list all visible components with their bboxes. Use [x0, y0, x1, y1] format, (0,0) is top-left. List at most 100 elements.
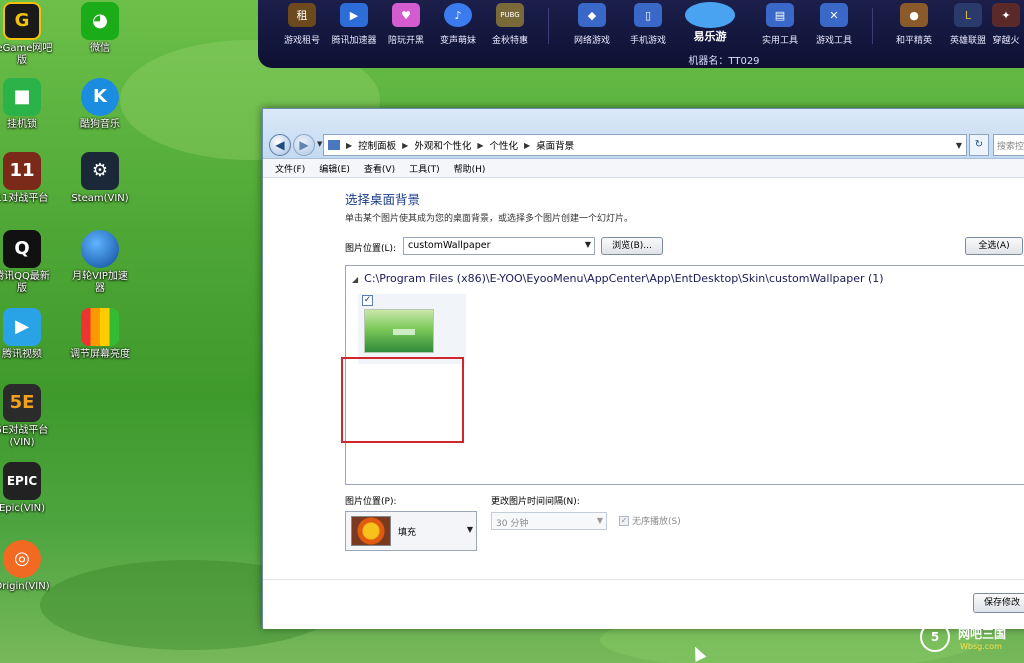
accelerator-icon: ▶: [340, 3, 368, 27]
forward-button[interactable]: ▶: [293, 134, 315, 156]
chevron-down-icon[interactable]: ▼: [952, 141, 966, 150]
launcher-item-label: 穿越火: [992, 36, 1020, 46]
menu-edit[interactable]: 编辑(E): [319, 162, 350, 175]
refresh-icon: ↻: [974, 139, 984, 150]
chevron-right-icon: ▶: [346, 140, 353, 150]
chevron-down-icon: ▼: [466, 525, 473, 534]
highlight-frame: [341, 357, 464, 443]
launcher-item-lol[interactable]: L 英雄联盟: [942, 0, 994, 46]
desktop-icon-label: 11对战平台: [0, 193, 49, 204]
picture-position-value: 填充: [398, 528, 417, 538]
voice-icon: ♪: [444, 3, 472, 27]
desktop-icon-label: Epic(VIN): [0, 503, 45, 514]
main-content: 选择桌面背景 单击某个图片使其成为您的桌面背景，或选择多个图片创建一个幻灯片。 …: [263, 179, 1024, 629]
desktop-icon-11[interactable]: 11 11对战平台: [0, 152, 54, 205]
desktop-icon-yuelun[interactable]: 月轮VIP加速器: [68, 230, 132, 295]
desktop-icon-tencent-video[interactable]: ▶ 腾讯视频: [0, 308, 54, 361]
breadcrumb-desktop-background[interactable]: 桌面背景: [536, 138, 574, 152]
yileyou-logo[interactable]: 易乐游: [680, 0, 740, 44]
desktop-icon-wechat[interactable]: ◕ 微信: [68, 2, 132, 55]
address-bar[interactable]: ▶ 控制面板 ▶ 外观和个性化 ▶ 个性化 ▶ 桌面背景 ▼: [323, 134, 967, 156]
menu-view[interactable]: 查看(V): [364, 162, 395, 175]
lol-icon: L: [954, 3, 982, 27]
fish-logo-icon: [685, 2, 735, 28]
lock-icon: ■: [3, 78, 41, 116]
desktop-icon-kugou[interactable]: K 酷狗音乐: [68, 78, 132, 131]
desktop-icon-label: 微信: [90, 43, 110, 54]
breadcrumb-appearance[interactable]: 外观和个性化: [414, 138, 471, 152]
launcher-item-mobile-games[interactable]: ▯ 手机游戏: [622, 0, 674, 46]
desktop-icon-origin[interactable]: ◎ Origin(VIN): [0, 540, 54, 593]
launcher-item-companion[interactable]: ♥ 陪玩开黑: [380, 0, 432, 46]
launcher-item-pubg[interactable]: PUBG 金秋特惠: [484, 0, 536, 46]
menu-bar: 文件(F) 编辑(E) 查看(V) 工具(T) 帮助(H): [263, 159, 1024, 178]
picture-group-header[interactable]: ◢ C:\Program Files (x86)\E-YOO\EyooMenu\A…: [352, 272, 884, 285]
desktop-icon-label: 腾讯QQ最新版: [0, 271, 50, 294]
launcher-item-rent[interactable]: 租 游戏租号: [276, 0, 328, 46]
launcher-item-label: 陪玩开黑: [387, 36, 424, 46]
launcher-item-label: 英雄联盟: [949, 36, 986, 46]
collapse-triangle-icon[interactable]: ◢: [352, 275, 358, 284]
desktop-icon-brightness[interactable]: 调节屏幕亮度: [68, 308, 132, 361]
forward-arrow-icon: ▶: [299, 138, 309, 152]
launcher-item-tools[interactable]: ▤ 实用工具: [754, 0, 806, 46]
menu-file[interactable]: 文件(F): [275, 162, 305, 175]
desktop-icon-lock[interactable]: ■ 挂机锁: [0, 78, 54, 131]
desktop-icon-epic[interactable]: EPIC Epic(VIN): [0, 462, 54, 515]
launcher-item-label: 游戏工具: [815, 36, 852, 46]
play-icon: ▶: [3, 308, 41, 346]
desktop-icon-steam[interactable]: ⚙ Steam(VIN): [68, 152, 132, 205]
window-address-area: ◀ ▶ ▼ ▶ 控制面板 ▶ 外观和个性化 ▶ 个性化 ▶ 桌面背景 ▼ ↻ 搜…: [263, 109, 1024, 159]
pubg-icon: PUBG: [496, 3, 524, 27]
launcher-item-voice[interactable]: ♪ 变声萌妹: [432, 0, 484, 46]
save-changes-button[interactable]: 保存修改: [973, 593, 1024, 613]
launcher-item-label: 手机游戏: [629, 36, 666, 46]
desktop-icon-qq[interactable]: Q 腾讯QQ最新版: [0, 230, 54, 295]
chevron-down-icon: ▼: [596, 516, 603, 525]
launcher-item-cf[interactable]: ✦ 穿越火: [988, 0, 1024, 46]
menu-help[interactable]: 帮助(H): [454, 162, 486, 175]
browse-button[interactable]: 浏览(B)...: [601, 237, 663, 255]
thumbnail-checkbox[interactable]: ✓: [362, 295, 373, 306]
page-title: 选择桌面背景: [345, 192, 421, 207]
picture-location-select[interactable]: customWallpaper ▼: [403, 237, 595, 255]
position-preview-image: [351, 516, 391, 546]
watermark-domain: Wbsg.com: [960, 642, 1002, 651]
breadcrumb-control-panel[interactable]: 控制面板: [358, 138, 396, 152]
toolbox-icon: ▤: [766, 3, 794, 27]
picture-thumbnail-item[interactable]: ✓: [358, 294, 466, 364]
shuffle-checkbox[interactable]: ✓: [619, 515, 629, 526]
pubg-mobile-icon: ●: [900, 3, 928, 27]
desktop-icon-yegame[interactable]: G YeGame网吧版: [0, 2, 54, 67]
watermark-logo-icon: 5: [920, 622, 950, 652]
launcher-item-label: 实用工具: [761, 36, 798, 46]
launcher-item-game-tools[interactable]: ✕ 游戏工具: [808, 0, 860, 46]
steam-icon: ⚙: [81, 152, 119, 190]
desktop-icon-label: 5E对战平台(VIN): [0, 425, 49, 448]
back-button[interactable]: ◀: [269, 134, 291, 156]
launcher-item-online-games[interactable]: ◆ 网络游戏: [566, 0, 618, 46]
launcher-item-label: 腾讯加速器: [331, 36, 377, 46]
launcher-bar: 租 游戏租号 ▶ 腾讯加速器 ♥ 陪玩开黑 ♪ 变声萌妹 PUBG 金秋特惠 ◆…: [258, 0, 1024, 68]
refresh-button[interactable]: ↻: [969, 134, 989, 156]
search-input[interactable]: 搜索控: [993, 134, 1024, 156]
launcher-item-pubg-mobile[interactable]: ● 和平精英: [888, 0, 940, 46]
machine-name: 机器名：TT029: [688, 56, 760, 67]
picture-position-label: 图片位置(P):: [345, 497, 397, 507]
kugou-icon: K: [81, 78, 119, 116]
game-face-icon: 11: [3, 152, 41, 190]
breadcrumb-personalization[interactable]: 个性化: [490, 138, 519, 152]
chevron-right-icon: ▶: [524, 140, 531, 150]
history-dropdown-icon[interactable]: ▼: [317, 140, 322, 148]
shuffle-option[interactable]: ✓ 无序播放(S): [619, 514, 681, 527]
picture-position-select[interactable]: 填充 ▼: [345, 511, 477, 551]
interval-select[interactable]: 30 分钟 ▼: [491, 512, 607, 530]
menu-tools[interactable]: 工具(T): [409, 162, 440, 175]
control-panel-icon: [328, 140, 340, 150]
desktop-icon-5e[interactable]: 5E 5E对战平台(VIN): [0, 384, 54, 449]
divider: [263, 579, 1024, 580]
launcher-item-accelerator[interactable]: ▶ 腾讯加速器: [328, 0, 380, 46]
desktop-icon-label: 月轮VIP加速器: [72, 271, 128, 294]
select-all-button[interactable]: 全选(A): [965, 237, 1023, 255]
shuffle-label: 无序播放(S): [632, 517, 681, 527]
